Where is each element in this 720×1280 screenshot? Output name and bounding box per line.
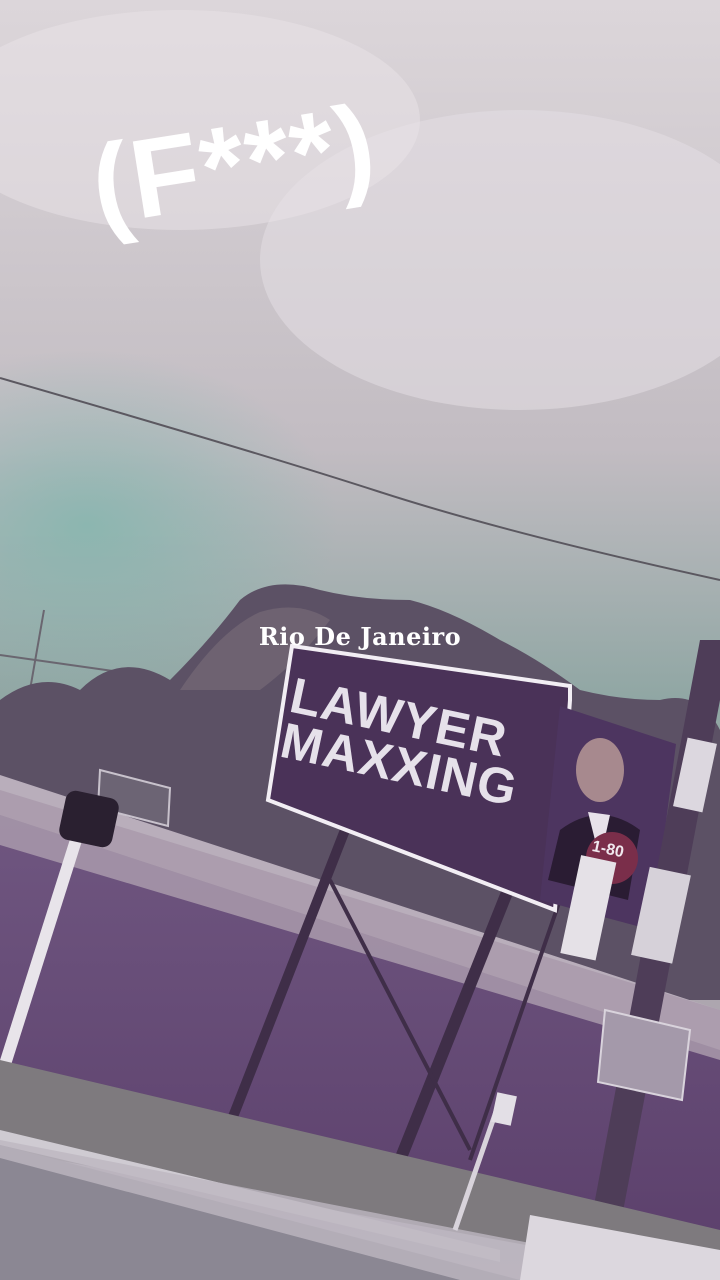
billboard-person-head xyxy=(576,738,624,802)
photo-scene: (F***) Rio De Janeiro LAWYER MAXXING 1-8… xyxy=(0,0,720,1280)
location-sticker: Rio De Janeiro xyxy=(258,622,462,651)
